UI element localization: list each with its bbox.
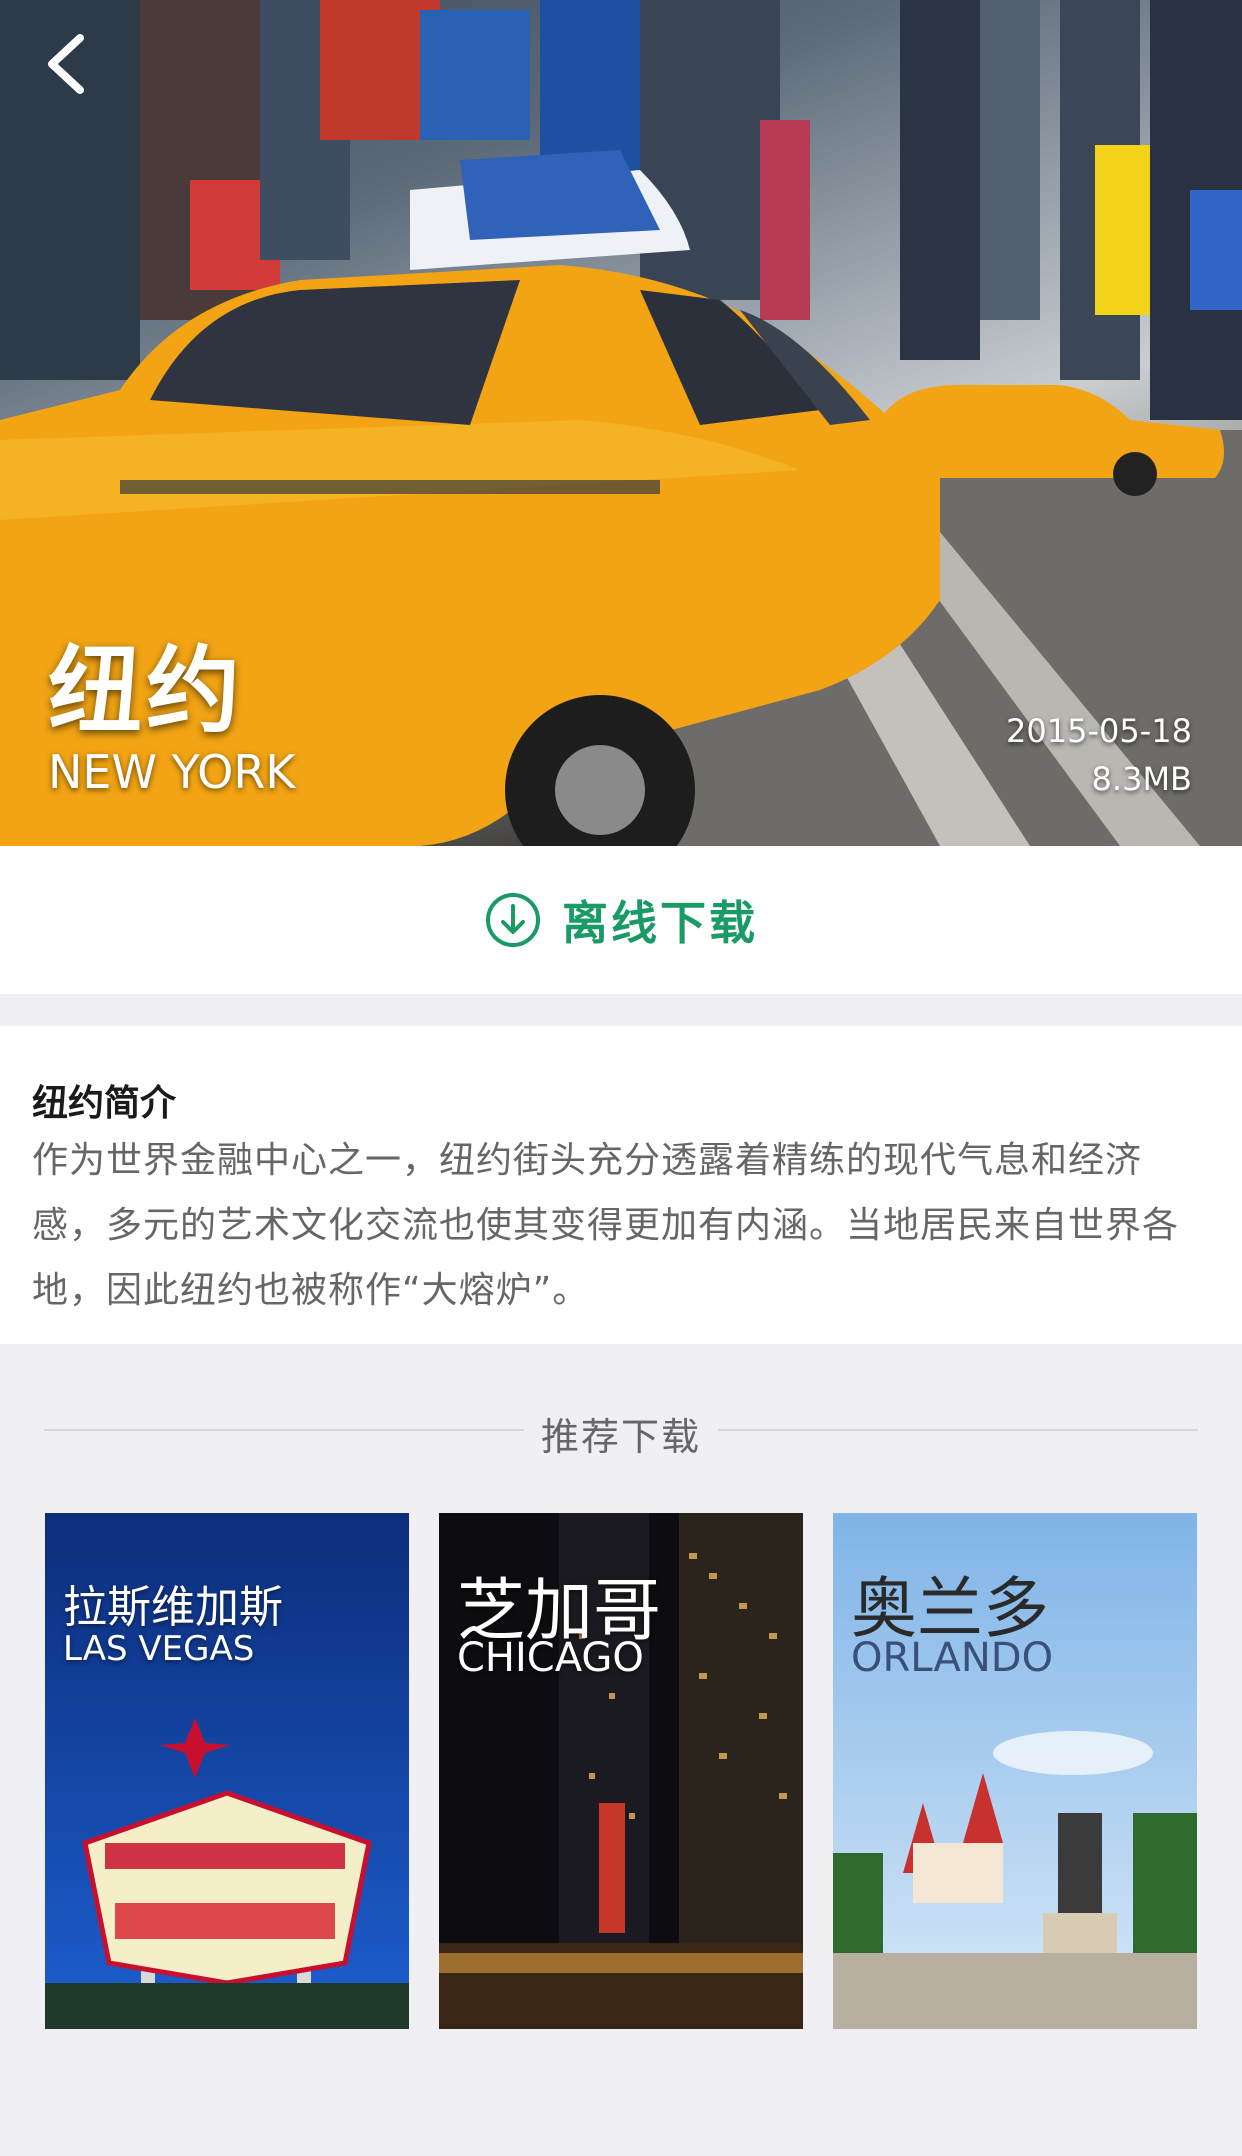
update-date: 2015-05-18 (1006, 712, 1192, 750)
recommend-title: 推荐下载 (540, 1415, 701, 1459)
card-city-chinese: 拉斯维加斯 (63, 1582, 283, 1633)
city-introduction: 纽约简介 作为世界金融中心之一，纽约街头充分透露着精练的现代气息和经济感，多元的… (0, 1026, 1242, 1344)
offline-download-button[interactable]: 离线下载 (0, 846, 1242, 994)
chevron-left-icon (48, 34, 84, 94)
recommend-header: 推荐下载 (44, 1400, 1198, 1460)
file-size: 8.3MB (1091, 760, 1192, 798)
recommend-card-orlando[interactable]: 奥兰多 ORLANDO (833, 1513, 1197, 2029)
card-city-english: LAS VEGAS (63, 1629, 255, 1669)
card-city-english: ORLANDO (851, 1635, 1054, 1681)
divider (718, 1429, 1198, 1431)
intro-body: 作为世界金融中心之一，纽约街头充分透露着精练的现代气息和经济感，多元的艺术文化交… (32, 1140, 1180, 1311)
download-label: 离线下载 (562, 896, 758, 950)
recommend-card-las-vegas[interactable]: 拉斯维加斯 LAS VEGAS (45, 1513, 409, 2029)
back-button[interactable] (34, 24, 98, 104)
download-circle-icon (486, 893, 540, 947)
city-name-chinese: 纽约 (48, 637, 245, 746)
recommend-card-chicago[interactable]: 芝加哥 CHICAGO (439, 1513, 803, 2029)
city-name-english: NEW YORK (48, 745, 296, 799)
hero-banner: 纽约 NEW YORK 2015-05-18 8.3MB (0, 0, 1242, 846)
intro-title: 纽约简介 (32, 1083, 177, 1124)
card-city-english: CHICAGO (457, 1635, 644, 1681)
